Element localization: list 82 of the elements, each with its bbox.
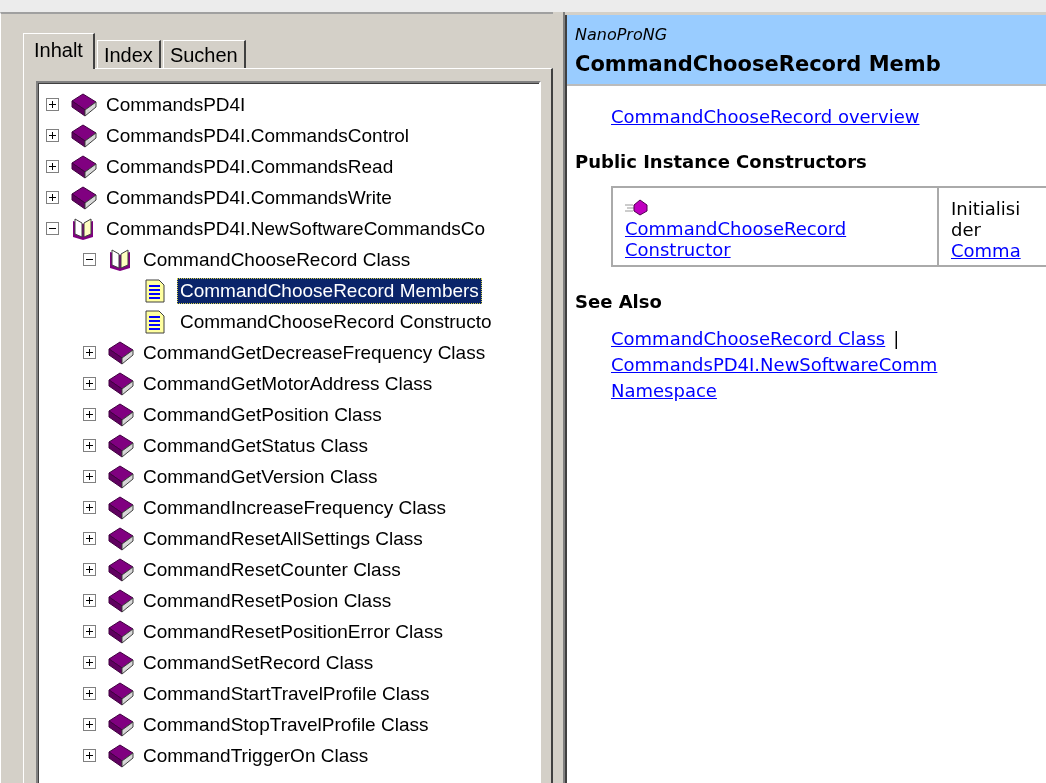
description-link[interactable]: Comma xyxy=(951,240,1046,261)
tab[interactable]: Index xyxy=(96,40,161,68)
expand-icon[interactable] xyxy=(83,532,96,545)
overview-link[interactable]: CommandChooseRecord overview xyxy=(611,106,920,127)
tree-item[interactable]: CommandGetVersion Class xyxy=(140,463,381,490)
tree-item[interactable]: CommandsPD4I.CommandsRead xyxy=(103,153,397,180)
expand-icon[interactable] xyxy=(46,98,59,111)
tree-item[interactable]: CommandChooseRecord Class xyxy=(140,246,414,273)
tree-item[interactable]: CommandsPD4I.NewSoftwareCommandsCo xyxy=(103,215,489,242)
expand-icon[interactable] xyxy=(83,470,96,483)
see-also-link[interactable]: CommandChooseRecord Class xyxy=(611,328,886,349)
tree-item[interactable]: CommandResetCounter Class xyxy=(140,556,404,583)
product-name: NanoProNG xyxy=(575,25,669,44)
tree-item[interactable]: CommandResetAllSettings Class xyxy=(140,525,426,552)
book-icon xyxy=(108,495,134,520)
tree-item[interactable]: CommandIncreaseFrequency Class xyxy=(140,494,450,521)
book-icon xyxy=(108,402,134,427)
book-icon xyxy=(71,123,97,148)
tree-item[interactable]: CommandResetPosion Class xyxy=(140,587,395,614)
expand-icon[interactable] xyxy=(83,749,96,762)
tree-item[interactable]: CommandSetRecord Class xyxy=(140,649,377,676)
expand-icon[interactable] xyxy=(46,129,59,142)
open-book-icon xyxy=(71,216,95,241)
collapse-icon[interactable] xyxy=(83,253,96,266)
expand-icon[interactable] xyxy=(46,191,59,204)
expand-icon[interactable] xyxy=(83,346,96,359)
expand-icon[interactable] xyxy=(83,439,96,452)
book-icon xyxy=(108,588,134,613)
tree-item[interactable]: CommandGetStatus Class xyxy=(140,432,371,459)
book-icon xyxy=(108,340,134,365)
page-icon xyxy=(145,309,165,334)
constructor-link[interactable]: Constructor xyxy=(625,239,925,260)
book-icon xyxy=(108,712,134,737)
book-icon xyxy=(108,650,134,675)
page-icon xyxy=(145,278,165,303)
expand-icon[interactable] xyxy=(83,625,96,638)
book-icon xyxy=(71,154,97,179)
book-icon xyxy=(108,464,134,489)
see-also-link[interactable]: Namespace xyxy=(611,380,717,401)
expand-icon[interactable] xyxy=(83,501,96,514)
tree-item[interactable]: CommandStopTravelProfile Class xyxy=(140,711,432,738)
expand-icon[interactable] xyxy=(83,408,96,421)
expand-icon[interactable] xyxy=(83,656,96,669)
book-icon xyxy=(108,557,134,582)
tree-item[interactable]: CommandStartTravelProfile Class xyxy=(140,680,433,707)
page-title: CommandChooseRecord Memb xyxy=(575,52,942,76)
tree-item[interactable]: CommandsPD4I.CommandsWrite xyxy=(103,184,395,211)
book-icon xyxy=(108,371,134,396)
collapse-icon[interactable] xyxy=(46,222,59,235)
tree-item[interactable]: CommandGetDecreaseFrequency Class xyxy=(140,339,489,366)
see-also-link[interactable]: CommandsPD4I.NewSoftwareComm xyxy=(611,354,938,375)
tree-item[interactable]: CommandTriggerOn Class xyxy=(140,742,372,769)
book-icon xyxy=(108,619,134,644)
expand-icon[interactable] xyxy=(46,160,59,173)
expand-icon[interactable] xyxy=(83,563,96,576)
expand-icon[interactable] xyxy=(83,687,96,700)
tree-item[interactable]: CommandChooseRecord Members xyxy=(177,277,482,304)
book-icon xyxy=(108,743,134,768)
tab[interactable]: Inhalt xyxy=(23,33,95,69)
book-icon xyxy=(108,433,134,458)
constructor-icon xyxy=(625,198,649,216)
book-icon xyxy=(108,526,134,551)
expand-icon[interactable] xyxy=(83,594,96,607)
open-book-icon xyxy=(108,247,132,272)
tree-item[interactable]: CommandResetPositionError Class xyxy=(140,618,446,645)
description-text: der xyxy=(951,219,982,240)
book-icon xyxy=(71,92,97,117)
expand-icon[interactable] xyxy=(83,718,96,731)
tree-item[interactable]: CommandsPD4I.CommandsControl xyxy=(103,122,413,149)
book-icon xyxy=(108,681,134,706)
separator-text: | xyxy=(893,328,900,349)
tree-item[interactable]: CommandGetMotorAddress Class xyxy=(140,370,436,397)
book-icon xyxy=(71,185,97,210)
tab[interactable]: Suchen xyxy=(162,40,246,68)
tree-item[interactable]: CommandGetPosition Class xyxy=(140,401,385,428)
section-heading: See Also xyxy=(575,291,663,312)
constructor-link[interactable]: CommandChooseRecord xyxy=(625,218,925,239)
description-text: Initialisi xyxy=(951,198,1022,219)
expand-icon[interactable] xyxy=(83,377,96,390)
tree-item[interactable]: CommandChooseRecord Constructo xyxy=(177,308,495,335)
section-heading: Public Instance Constructors xyxy=(575,151,868,172)
tree-item[interactable]: CommandsPD4I xyxy=(103,91,249,118)
